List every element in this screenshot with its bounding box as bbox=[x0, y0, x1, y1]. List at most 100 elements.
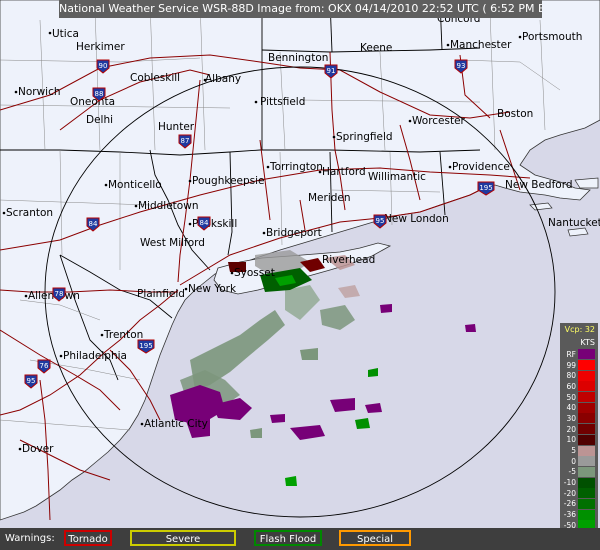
legend-product: Vcp: 32 bbox=[564, 325, 595, 334]
legend-entry-swatch bbox=[578, 488, 595, 499]
legend-entry-label: 10 bbox=[566, 435, 576, 445]
legend-entry: 50 bbox=[560, 391, 598, 403]
legend-entry-label: RF bbox=[566, 349, 576, 359]
legend-entry: -26 bbox=[560, 498, 598, 510]
legend-rows: RF998060504030201050-5-10-20-26-36-50-64… bbox=[560, 349, 598, 550]
svg-text:195: 195 bbox=[479, 184, 492, 192]
legend-entry: 99 bbox=[560, 359, 598, 371]
city-hartford: Hartford bbox=[322, 166, 366, 178]
city-bridgeport: Bridgeport bbox=[266, 227, 322, 239]
city-keene: Keene bbox=[360, 42, 392, 54]
legend-entry: 80 bbox=[560, 370, 598, 382]
city-scranton: Scranton bbox=[6, 207, 53, 219]
warning-severe-thunderstorm-label: Severe Thunderstorm bbox=[165, 534, 201, 545]
legend-header: Vcp: 32 KTS bbox=[560, 323, 598, 349]
city-norwich: Norwich bbox=[18, 86, 61, 98]
legend-entry: -20 bbox=[560, 487, 598, 499]
city-nantucket: Nantucket bbox=[548, 217, 600, 229]
warnings-label: Warnings: bbox=[5, 533, 55, 544]
legend-entry-swatch bbox=[578, 370, 595, 381]
svg-text:76: 76 bbox=[40, 362, 49, 370]
city-providence: Providence bbox=[452, 161, 510, 173]
legend-units: KTS bbox=[580, 338, 595, 347]
city-new-york: New York bbox=[188, 283, 237, 295]
city-new-london: New London bbox=[384, 213, 449, 225]
warning-flash-flood[interactable]: Flash Flood bbox=[254, 530, 322, 546]
svg-text:95: 95 bbox=[376, 217, 385, 225]
city-delhi: Delhi bbox=[86, 114, 113, 126]
legend-entry-swatch bbox=[578, 509, 595, 520]
city-west-milford: West Milford bbox=[140, 237, 205, 249]
legend-entry: 5 bbox=[560, 445, 598, 456]
city-utica: Utica bbox=[52, 28, 79, 40]
legend-entry: -36 bbox=[560, 509, 598, 520]
city-middletown: Middletown bbox=[138, 200, 198, 212]
svg-text:87: 87 bbox=[181, 137, 190, 145]
city-pittsfield: Pittsfield bbox=[260, 96, 305, 108]
warning-severe-thunderstorm[interactable]: Severe Thunderstorm bbox=[130, 530, 236, 546]
legend-entry-label: -5 bbox=[568, 467, 576, 477]
radar-map: Utica Herkimer Concord Portsmouth Manche… bbox=[0, 0, 600, 528]
city-torrington: Torrington bbox=[269, 161, 323, 173]
svg-text:95: 95 bbox=[27, 377, 36, 385]
legend-entry-label: -10 bbox=[563, 478, 576, 488]
svg-text:84: 84 bbox=[200, 219, 209, 227]
legend-entry: -10 bbox=[560, 477, 598, 488]
city-monticello: Monticello bbox=[108, 179, 162, 191]
legend-entry-swatch bbox=[578, 445, 595, 456]
legend-entry: -5 bbox=[560, 466, 598, 478]
legend-entry-swatch bbox=[578, 392, 595, 403]
legend-entry-label: -36 bbox=[563, 510, 576, 520]
city-hunter: Hunter bbox=[158, 121, 195, 133]
legend-entry: 30 bbox=[560, 413, 598, 424]
warning-tornado[interactable]: Tornado bbox=[64, 530, 112, 546]
legend-entry-label: 40 bbox=[566, 403, 576, 413]
svg-text:88: 88 bbox=[95, 90, 104, 98]
legend-entry-swatch bbox=[578, 434, 595, 445]
warning-flash-flood-label: Flash Flood bbox=[259, 534, 317, 545]
warning-special-marine[interactable]: Special Marine bbox=[339, 530, 411, 546]
legend-entry-swatch bbox=[578, 413, 595, 424]
legend-entry-label: -26 bbox=[563, 499, 576, 509]
svg-text:78: 78 bbox=[55, 290, 64, 298]
legend-entry-swatch bbox=[578, 424, 595, 435]
legend-entry-swatch bbox=[578, 466, 595, 477]
city-meriden: Meriden bbox=[308, 192, 351, 204]
legend-entry-label: -20 bbox=[563, 488, 576, 498]
city-willimantic: Willimantic bbox=[368, 171, 426, 183]
city-philadelphia: Philadelphia bbox=[63, 350, 127, 362]
city-plainfield: Plainfield bbox=[137, 288, 185, 300]
city-new-bedford: New Bedford bbox=[505, 179, 573, 191]
legend-entry-swatch bbox=[578, 381, 595, 392]
city-dover: Dover bbox=[22, 443, 54, 455]
radar-frame: { "title": "National Weather Service WSR… bbox=[0, 0, 600, 550]
city-syosset: Syosset bbox=[234, 267, 275, 279]
legend-entry-label: 60 bbox=[566, 381, 576, 391]
legend-entry-swatch bbox=[578, 402, 595, 413]
legend-entry-swatch bbox=[578, 498, 595, 509]
city-herkimer: Herkimer bbox=[76, 41, 125, 53]
city-manchester: Manchester bbox=[450, 39, 512, 51]
velocity-legend: Vcp: 32 KTS RF 99 80 60 50 40 30 20 10 5 0 -5 -10 -20… bbox=[560, 323, 598, 550]
legend-entry-swatch bbox=[578, 349, 595, 360]
warning-special-marine-label: Special Marine bbox=[356, 534, 394, 545]
legend-entry-label: 80 bbox=[566, 371, 576, 381]
city-oneonta: Oneonta bbox=[70, 96, 115, 108]
city-cobleskill: Cobleskill bbox=[130, 72, 180, 84]
svg-text:90: 90 bbox=[99, 62, 108, 70]
legend-entry-swatch bbox=[578, 360, 595, 371]
legend-entry-swatch bbox=[578, 456, 595, 467]
legend-entry: 20 bbox=[560, 423, 598, 435]
city-trenton: Trenton bbox=[103, 329, 143, 341]
city-albany: Albany bbox=[205, 73, 241, 85]
city-atlantic-city: Atlantic City bbox=[144, 418, 208, 430]
city-springfield: Springfield bbox=[336, 131, 393, 143]
legend-entry-label: 20 bbox=[566, 424, 576, 434]
legend-entry: 60 bbox=[560, 381, 598, 392]
svg-text:84: 84 bbox=[89, 220, 98, 228]
legend-entry-label: 50 bbox=[566, 392, 576, 402]
radar-title: National Weather Service WSR-88D Image f… bbox=[59, 0, 542, 18]
svg-text:91: 91 bbox=[327, 67, 336, 75]
city-poughkeepsie: Poughkeepsie bbox=[192, 175, 265, 187]
city-riverhead: Riverhead bbox=[322, 254, 375, 266]
